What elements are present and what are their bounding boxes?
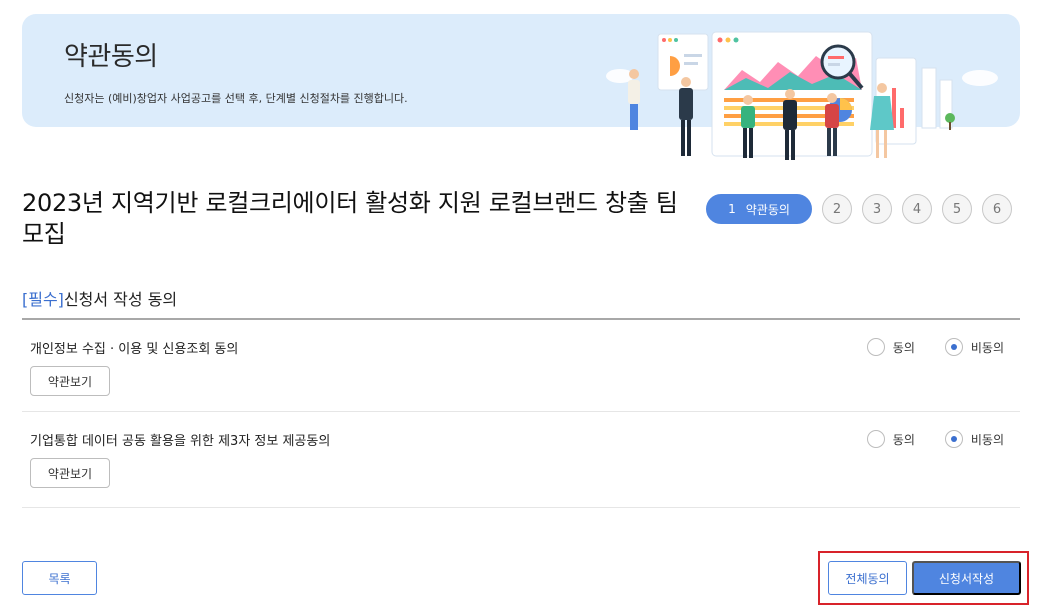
business-illustration [606, 31, 998, 160]
step-2: 2 [822, 194, 852, 224]
write-application-button[interactable]: 신청서작성 [912, 561, 1021, 595]
view-terms-button[interactable]: 약관보기 [30, 366, 110, 396]
agree-radio-label: 동의 [892, 340, 915, 355]
step-1-active: 1 약관동의 [706, 194, 812, 224]
step-4: 4 [902, 194, 932, 224]
step-number: 1 [728, 202, 736, 216]
agree-all-button[interactable]: 전체동의 [828, 561, 907, 595]
radio-circle[interactable] [866, 338, 885, 356]
step-3: 3 [862, 194, 892, 224]
radio-circle[interactable] [944, 338, 963, 356]
agreement-label: 개인정보 수집 · 이용 및 신용조회 동의 [30, 342, 239, 357]
section-title: [필수]신청서 작성 동의 [22, 286, 177, 310]
agreement-row: 개인정보 수집 · 이용 및 신용조회 동의 약관보기 동의 비동의 [22, 320, 1020, 412]
banner-title: 약관동의 [64, 42, 158, 72]
agreement-row: 기업통합 데이터 공동 활용을 위한 제3자 정보 제공동의 약관보기 동의 비… [22, 412, 1020, 508]
disagree-radio-label: 비동의 [970, 340, 1004, 355]
page-title: 2023년 지역기반 로컬크리에이터 활성화 지원 로컬브랜드 창출 팀 모집 [22, 189, 678, 248]
agree-radio[interactable]: 동의 [866, 338, 915, 356]
radio-circle[interactable] [866, 430, 885, 448]
agree-radio-label: 동의 [892, 432, 915, 447]
step-5: 5 [942, 194, 972, 224]
agreement-radio-group: 동의 비동의 [866, 430, 1004, 448]
radio-circle[interactable] [944, 430, 963, 448]
banner-subtitle: 신청자는 (예비)창업자 사업공고를 선택 후, 단계별 신청절차를 진행합니다… [64, 92, 408, 105]
disagree-radio-label: 비동의 [970, 432, 1004, 447]
list-button[interactable]: 목록 [22, 561, 97, 595]
disagree-radio[interactable]: 비동의 [944, 338, 1004, 356]
disagree-radio[interactable]: 비동의 [944, 430, 1004, 448]
agreement-radio-group: 동의 비동의 [866, 338, 1004, 356]
view-terms-button[interactable]: 약관보기 [30, 458, 110, 488]
step-indicator: 1 약관동의 2 3 4 5 6 [706, 194, 1012, 224]
required-tag: [필수] [22, 290, 64, 309]
agree-radio[interactable]: 동의 [866, 430, 915, 448]
step-label: 약관동의 [745, 202, 790, 217]
section-title-text: 신청서 작성 동의 [63, 290, 178, 309]
agreement-label: 기업통합 데이터 공동 활용을 위한 제3자 정보 제공동의 [30, 434, 331, 449]
step-6: 6 [982, 194, 1012, 224]
